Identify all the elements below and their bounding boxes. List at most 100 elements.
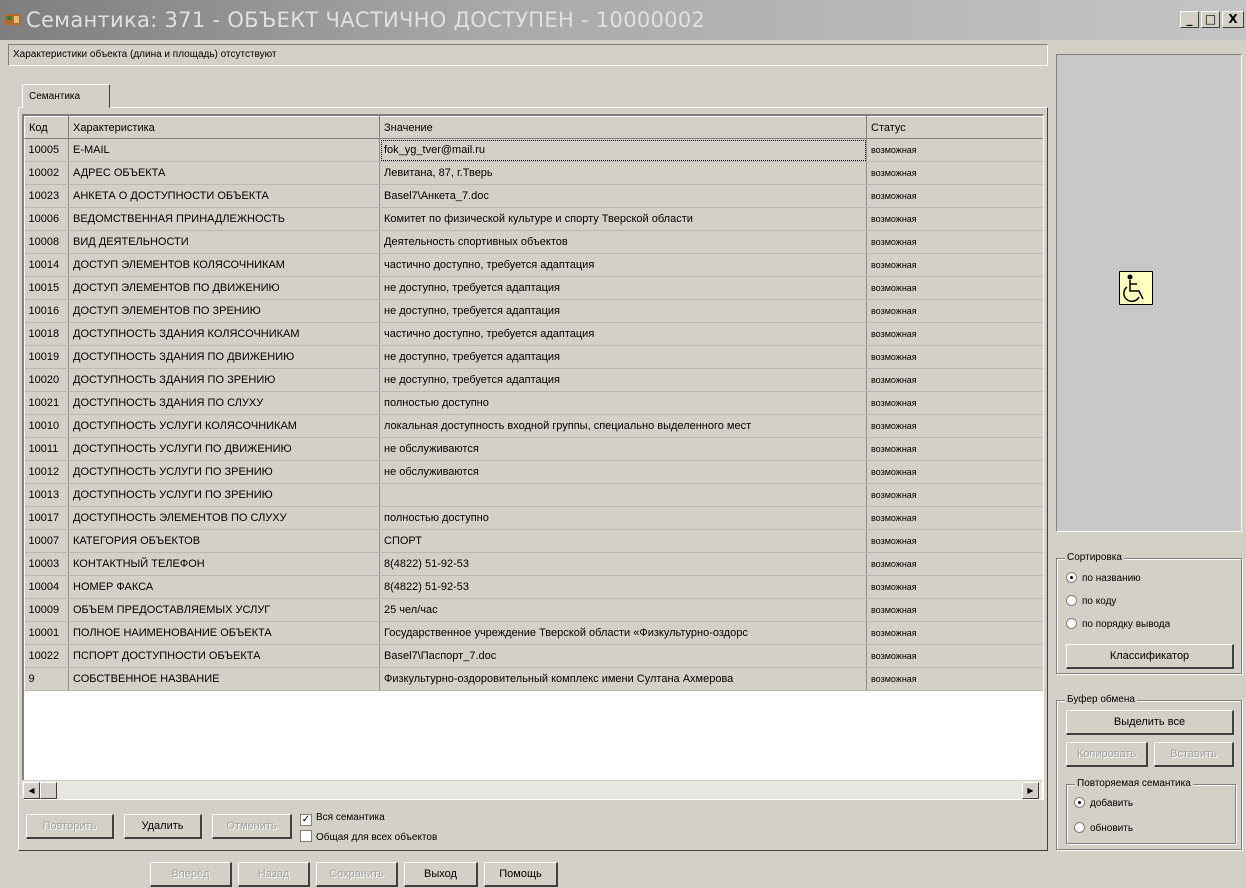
table-row[interactable]: 10007 КАТЕГОРИЯ ОБЪЕКТОВ СПОРТ возможная	[24, 529, 1043, 553]
cell-value[interactable]: Государственное учреждение Тверской обла…	[379, 621, 867, 645]
wheelchair-icon	[1119, 271, 1153, 305]
tab-semantics[interactable]: Семантика	[22, 84, 110, 108]
cell-value[interactable]: Комитет по физической культуре и спорту …	[379, 207, 867, 231]
cell-value[interactable]: 8(4822) 51-92-53	[379, 552, 867, 576]
table-row[interactable]: 10017 ДОСТУПНОСТЬ ЭЛЕМЕНТОВ ПО СЛУХУ полно…	[24, 506, 1043, 530]
checkbox-box[interactable]: ✓	[300, 814, 312, 826]
table-row[interactable]: 10016 ДОСТУП ЭЛЕМЕНТОВ ПО ЗРЕНИЮ не доступ…	[24, 299, 1043, 323]
table-row[interactable]: 10006 ВЕДОМСТВЕННАЯ ПРИНАДЛЕЖНОСТЬ Комитет…	[24, 207, 1043, 231]
arrow-right-icon[interactable]: ▶	[1022, 782, 1039, 799]
cell-value[interactable]: не доступно, требуется адаптация	[379, 299, 867, 323]
cell-value[interactable]	[379, 483, 867, 507]
radio-dot[interactable]	[1074, 797, 1085, 808]
cancel-button[interactable]: Отменить	[212, 814, 292, 839]
table-row[interactable]: 10005 E-MAIL fok_yg_tver@mail.ru возможная	[24, 138, 1043, 162]
cell-value[interactable]: Физкультурно-оздоровительный комплекс им…	[379, 667, 867, 691]
maximize-button[interactable]: □	[1201, 11, 1220, 28]
cell-value[interactable]: не обслуживаются	[379, 437, 867, 461]
column-header-code[interactable]: Код	[24, 116, 69, 139]
sort-by-name-radio[interactable]: по названию	[1066, 572, 1141, 584]
sorting-legend: Сортировка	[1065, 552, 1124, 563]
cell-code: 10009	[24, 598, 69, 622]
close-button[interactable]: X	[1222, 11, 1244, 28]
save-button[interactable]: Сохранить	[316, 862, 398, 887]
cell-status: возможная	[866, 207, 1043, 231]
radio-dot[interactable]	[1066, 595, 1077, 606]
table-row[interactable]: 10013 ДОСТУПНОСТЬ УСЛУГИ ПО ЗРЕНИЮ возможн…	[24, 483, 1043, 507]
table-row[interactable]: 10020 ДОСТУПНОСТЬ ЗДАНИЯ ПО ЗРЕНИЮ не дост…	[24, 368, 1043, 392]
back-button[interactable]: Назад	[238, 862, 310, 887]
table-row[interactable]: 10003 КОНТАКТНЫЙ ТЕЛЕФОН 8(4822) 51-92-53 в…	[24, 552, 1043, 576]
sort-by-order-radio[interactable]: по порядку вывода	[1066, 618, 1170, 630]
cell-value[interactable]: Деятельность спортивных объектов	[379, 230, 867, 254]
sort-by-code-label: по коду	[1082, 596, 1117, 607]
common-for-all-checkbox[interactable]: Общая для всех объектов	[300, 830, 437, 843]
select-all-button[interactable]: Выделить все	[1066, 710, 1234, 735]
horizontal-scrollbar[interactable]: ◀ ▶	[22, 780, 1042, 799]
cell-value[interactable]: частично доступно, требуется адаптация	[379, 253, 867, 277]
table-row[interactable]: 10004 НОМЕР ФАКСА 8(4822) 51-92-53 возможна…	[24, 575, 1043, 599]
exit-button[interactable]: Выход	[404, 862, 478, 887]
cell-value[interactable]: локальная доступность входной группы, сп…	[379, 414, 867, 438]
radio-dot[interactable]	[1066, 572, 1077, 583]
column-header-status[interactable]: Статус	[866, 116, 1043, 139]
table-row[interactable]: 10011 ДОСТУПНОСТЬ УСЛУГИ ПО ДВИЖЕНИЮ не об…	[24, 437, 1043, 461]
table-row[interactable]: 10015 ДОСТУП ЭЛЕМЕНТОВ ПО ДВИЖЕНИЮ не дост…	[24, 276, 1043, 300]
cell-value[interactable]: полностью доступно	[379, 391, 867, 415]
cell-code: 10012	[24, 460, 69, 484]
cell-value[interactable]: не доступно, требуется адаптация	[379, 368, 867, 392]
table-row[interactable]: 10009 ОБЪЕМ ПРЕДОСТАВЛЯЕМЫХ УСЛУГ 25 чел/ч…	[24, 598, 1043, 622]
table-row[interactable]: 10008 ВИД ДЕЯТЕЛЬНОСТИ Деятельность спорти…	[24, 230, 1043, 254]
forward-button[interactable]: Вперёд	[150, 862, 232, 887]
cell-value[interactable]: Basel7\Анкета_7.doc	[379, 184, 867, 208]
cell-value[interactable]: частично доступно, требуется адаптация	[379, 322, 867, 346]
cell-value[interactable]: не доступно, требуется адаптация	[379, 345, 867, 369]
cell-value[interactable]: полностью доступно	[379, 506, 867, 530]
table-row[interactable]: 10022 ПСПОРТ ДОСТУПНОСТИ ОБЪЕКТА Basel7\Па…	[24, 644, 1043, 668]
cell-value[interactable]: 8(4822) 51-92-53	[379, 575, 867, 599]
semantics-grid[interactable]: Код Характеристика Значение Статус 10005…	[22, 114, 1044, 800]
cell-value[interactable]: не доступно, требуется адаптация	[379, 276, 867, 300]
cell-value[interactable]: СПОРТ	[379, 529, 867, 553]
table-row[interactable]: 10002 АДРЕС ОБЪЕКТА Левитана, 87, г.Тверь в…	[24, 161, 1043, 185]
copy-button[interactable]: Копировать	[1066, 742, 1148, 767]
cell-value[interactable]: Левитана, 87, г.Тверь	[379, 161, 867, 185]
column-header-value[interactable]: Значение	[379, 116, 867, 139]
cell-value[interactable]: fok_yg_tver@mail.ru	[379, 138, 867, 162]
sort-by-code-radio[interactable]: по коду	[1066, 595, 1116, 607]
cell-value[interactable]: 25 чел/час	[379, 598, 867, 622]
radio-dot[interactable]	[1066, 618, 1077, 629]
help-button[interactable]: Помощь	[484, 862, 558, 887]
cell-code: 10007	[24, 529, 69, 553]
table-row[interactable]: 10010 ДОСТУПНОСТЬ УСЛУГИ КОЛЯСОЧНИКАМ лока…	[24, 414, 1043, 438]
repeat-semantics-legend: Повторяемая семантика	[1075, 778, 1193, 789]
radio-dot[interactable]	[1074, 822, 1085, 833]
repeat-add-radio[interactable]: добавить	[1074, 797, 1133, 809]
classifier-button[interactable]: Классификатор	[1066, 644, 1234, 669]
title-bar: Семантика: 371 - ОБЪЕКТ ЧАСТИЧНО ДОСТУПЕ…	[0, 0, 1246, 40]
repeat-update-label: обновить	[1090, 823, 1134, 834]
table-row[interactable]: 10023 АНКЕТА О ДОСТУПНОСТИ ОБЪЕКТА Basel7\…	[24, 184, 1043, 208]
cell-name: ДОСТУПНОСТЬ УСЛУГИ ПО ЗРЕНИЮ	[68, 460, 380, 484]
all-semantics-checkbox[interactable]: ✓ Вся семантика	[300, 812, 385, 826]
table-row[interactable]: 10021 ДОСТУПНОСТЬ ЗДАНИЯ ПО СЛУХУ полность…	[24, 391, 1043, 415]
column-header-name[interactable]: Характеристика	[68, 116, 380, 139]
table-row[interactable]: 10012 ДОСТУПНОСТЬ УСЛУГИ ПО ЗРЕНИЮ не обсл…	[24, 460, 1043, 484]
delete-button[interactable]: Удалить	[124, 814, 202, 839]
checkbox-box[interactable]	[300, 830, 312, 842]
scrollbar-thumb[interactable]	[40, 782, 57, 799]
table-row[interactable]: 9 СОБСТВЕННОЕ НАЗВАНИЕ Физкультурно-оздоро…	[24, 667, 1043, 691]
table-row[interactable]: 10019 ДОСТУПНОСТЬ ЗДАНИЯ ПО ДВИЖЕНИЮ не до…	[24, 345, 1043, 369]
table-row[interactable]: 10018 ДОСТУПНОСТЬ ЗДАНИЯ КОЛЯСОЧНИКАМ част…	[24, 322, 1043, 346]
repeat-button[interactable]: Повторить	[26, 814, 114, 839]
cell-value[interactable]: Basel7\Паспорт_7.doc	[379, 644, 867, 668]
cell-value[interactable]: не обслуживаются	[379, 460, 867, 484]
arrow-left-icon[interactable]: ◀	[23, 782, 40, 799]
repeat-update-radio[interactable]: обновить	[1074, 822, 1133, 834]
repeat-semantics-group: Повторяемая семантика	[1066, 778, 1236, 844]
table-row[interactable]: 10001 ПОЛНОЕ НАИМЕНОВАНИЕ ОБЪЕКТА Государс…	[24, 621, 1043, 645]
minimize-button[interactable]: _	[1180, 11, 1199, 28]
cell-status: возможная	[866, 598, 1043, 622]
paste-button[interactable]: Вставить	[1154, 742, 1234, 767]
table-row[interactable]: 10014 ДОСТУП ЭЛЕМЕНТОВ КОЛЯСОЧНИКАМ частич…	[24, 253, 1043, 277]
